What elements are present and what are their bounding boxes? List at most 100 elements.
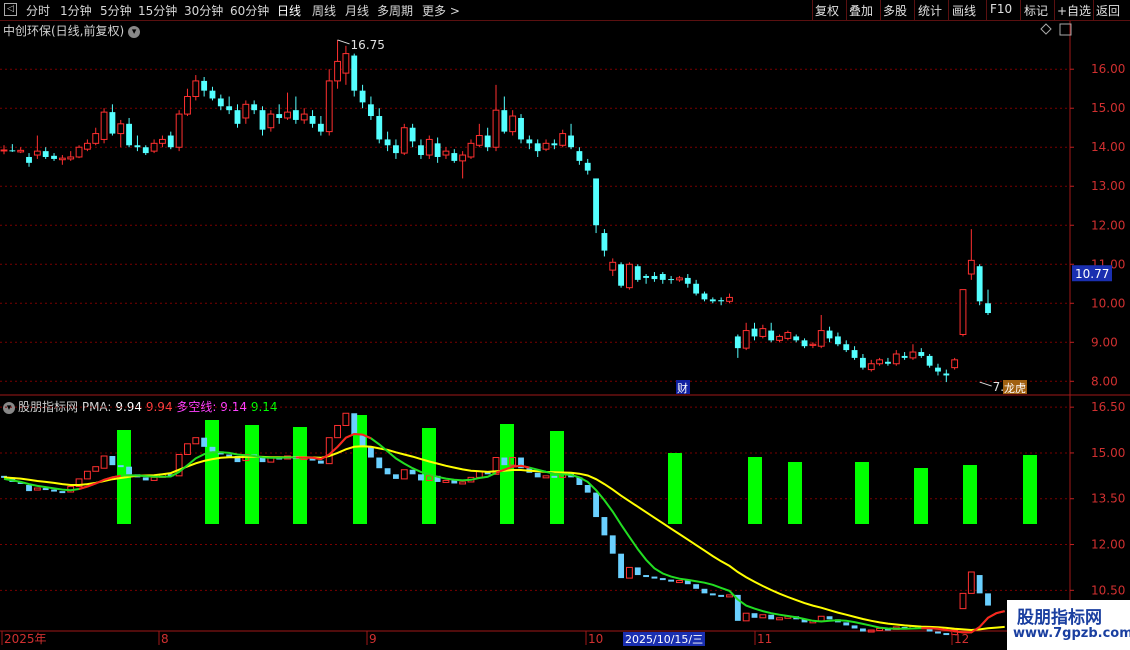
candle-body[interactable] <box>234 110 241 124</box>
candle-body[interactable] <box>693 283 700 294</box>
candle-body[interactable] <box>876 359 884 365</box>
candle-body[interactable] <box>67 156 75 160</box>
candle-body[interactable] <box>859 357 866 368</box>
candle-body[interactable] <box>58 157 66 161</box>
candle-body[interactable] <box>217 98 224 107</box>
candle-body[interactable] <box>467 142 475 158</box>
candle-body[interactable] <box>701 293 708 300</box>
candle-body[interactable] <box>126 123 133 146</box>
candle-body[interactable] <box>542 142 550 150</box>
candle-body[interactable] <box>442 150 450 156</box>
candle-body[interactable] <box>451 153 458 161</box>
candle-body[interactable] <box>593 178 599 226</box>
candle-body[interactable] <box>334 60 341 82</box>
fin-badge[interactable]: 财 <box>677 381 688 395</box>
candle-body[interactable] <box>709 299 716 302</box>
candle-body[interactable] <box>742 330 750 349</box>
candle-body[interactable] <box>809 343 817 346</box>
candle-body[interactable] <box>509 115 517 133</box>
candle-body[interactable] <box>684 277 691 284</box>
candle-body[interactable] <box>209 90 216 99</box>
candle-body[interactable] <box>726 296 733 302</box>
candle-body[interactable] <box>109 112 116 134</box>
candle-body[interactable] <box>317 123 324 132</box>
candle-body[interactable] <box>909 351 917 359</box>
candle-body[interactable] <box>117 123 125 135</box>
candle-body[interactable] <box>475 135 483 146</box>
candle-body[interactable] <box>668 279 675 281</box>
candle-body[interactable] <box>400 127 408 154</box>
candle-body[interactable] <box>551 143 558 146</box>
candle-body[interactable] <box>51 155 57 159</box>
candle-body[interactable] <box>885 361 891 364</box>
candle-body[interactable] <box>33 150 41 156</box>
candle-body[interactable] <box>409 127 416 142</box>
candle-body[interactable] <box>935 367 941 372</box>
candle-body[interactable] <box>134 145 141 148</box>
candle-body[interactable] <box>184 96 191 115</box>
candle-body[interactable] <box>568 135 574 148</box>
panel-toggle-icon[interactable] <box>1059 23 1072 36</box>
candle-body[interactable] <box>42 151 49 157</box>
candle-body[interactable] <box>659 274 666 280</box>
candle-body[interactable] <box>75 146 83 158</box>
candle-body[interactable] <box>918 352 925 356</box>
candle-body[interactable] <box>626 263 633 289</box>
candle-body[interactable] <box>601 233 608 251</box>
candle-body[interactable] <box>259 110 266 130</box>
candle-body[interactable] <box>83 142 91 150</box>
candle-body[interactable] <box>425 138 433 156</box>
candle-body[interactable] <box>418 145 424 156</box>
candle-body[interactable] <box>325 80 333 133</box>
candle-body[interactable] <box>817 330 825 347</box>
candle-body[interactable] <box>718 300 725 302</box>
candle-body[interactable] <box>434 143 441 157</box>
candle-body[interactable] <box>851 350 858 358</box>
candle-body[interactable] <box>751 328 758 337</box>
candle-body[interactable] <box>342 53 350 74</box>
candle-body[interactable] <box>501 110 508 132</box>
candle-body[interactable] <box>393 145 399 154</box>
candle-body[interactable] <box>759 328 767 337</box>
candle-body[interactable] <box>0 149 8 152</box>
candle-body[interactable] <box>559 133 567 146</box>
candle-body[interactable] <box>459 154 467 162</box>
rank-badge[interactable]: 龙虎 <box>1004 382 1026 395</box>
candle-body[interactable] <box>768 330 775 341</box>
candle-body[interactable] <box>576 151 583 161</box>
candle-body[interactable] <box>242 103 250 119</box>
candle-body[interactable] <box>943 373 950 376</box>
candle-body[interactable] <box>309 116 316 124</box>
candle-body[interactable] <box>492 109 500 148</box>
candle-body[interactable] <box>300 113 308 121</box>
candle-body[interactable] <box>201 80 208 91</box>
candle-body[interactable] <box>901 355 908 358</box>
candle-body[interactable] <box>959 289 967 335</box>
kline-chart[interactable]: 8.009.0010.0011.0012.0013.0014.0015.0016… <box>0 0 1130 650</box>
candle-body[interactable] <box>359 90 366 103</box>
candle-body[interactable] <box>376 116 383 140</box>
candle-body[interactable] <box>834 336 841 345</box>
candle-body[interactable] <box>251 104 258 111</box>
candle-body[interactable] <box>534 143 541 152</box>
candle-body[interactable] <box>784 332 792 339</box>
candle-body[interactable] <box>159 138 166 144</box>
diamond-icon[interactable] <box>1040 23 1052 35</box>
candle-body[interactable] <box>843 344 850 351</box>
candle-body[interactable] <box>384 139 391 146</box>
candle-body[interactable] <box>175 113 183 148</box>
candle-body[interactable] <box>226 106 233 111</box>
candle-body[interactable] <box>26 156 32 163</box>
candle-body[interactable] <box>292 110 299 120</box>
candle-body[interactable] <box>276 114 283 118</box>
candle-body[interactable] <box>826 330 833 339</box>
candle-body[interactable] <box>609 261 617 271</box>
candle-body[interactable] <box>284 111 291 119</box>
candle-body[interactable] <box>92 133 100 144</box>
candle-body[interactable] <box>584 162 591 171</box>
candle-body[interactable] <box>951 359 959 369</box>
candle-body[interactable] <box>9 150 16 152</box>
candle-body[interactable] <box>967 259 975 275</box>
candle-body[interactable] <box>192 80 200 98</box>
candle-body[interactable] <box>367 104 374 117</box>
